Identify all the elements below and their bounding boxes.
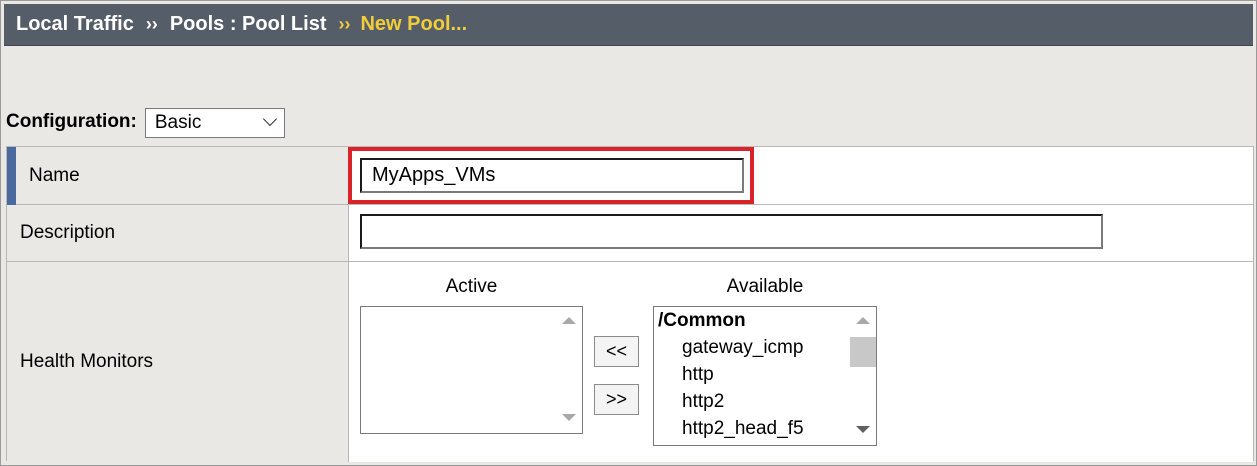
breadcrumb: Local Traffic ›› Pools : Pool List ›› Ne…	[4, 4, 1253, 46]
list-item[interactable]: http	[682, 361, 714, 388]
highlight-box	[348, 147, 754, 204]
list-item[interactable]: http2	[682, 388, 724, 415]
health-monitors-label: Health Monitors	[20, 351, 154, 372]
active-monitors-list[interactable]	[360, 306, 583, 434]
active-list-heading: Active	[445, 276, 498, 297]
configuration-selected-value: Basic	[154, 112, 202, 133]
breadcrumb-current-page: New Pool...	[360, 13, 468, 35]
list-item[interactable]: http2_head_f5	[682, 415, 804, 442]
scroll-up-arrow-icon[interactable]	[856, 317, 870, 324]
option-group-common: /Common	[658, 310, 746, 331]
health-monitors-row: Health Monitors Active Available << >> /…	[7, 262, 1253, 462]
description-value-cell	[349, 205, 1253, 261]
breadcrumb-pool-list[interactable]: Pools : Pool List	[170, 13, 327, 36]
breadcrumb-local-traffic[interactable]: Local Traffic	[16, 13, 134, 36]
configuration-selector: Configuration: Basic	[6, 103, 285, 138]
name-label: Name	[29, 164, 80, 186]
description-row: Description	[7, 205, 1253, 262]
health-monitors-value-cell: Active Available << >> /Common gateway_i…	[349, 262, 1253, 462]
scroll-up-arrow-icon[interactable]	[562, 317, 576, 324]
configuration-select[interactable]: Basic	[144, 108, 285, 138]
name-label-cell: Name	[7, 147, 349, 205]
available-monitors-list[interactable]: /Common gateway_icmp http http2 http2_he…	[653, 306, 877, 446]
scroll-down-arrow-icon[interactable]	[856, 426, 870, 433]
page-frame: Local Traffic ›› Pools : Pool List ›› Ne…	[0, 0, 1257, 466]
description-label-cell: Description	[7, 205, 349, 261]
description-label: Description	[20, 222, 116, 243]
list-item[interactable]: gateway_icmp	[682, 334, 803, 361]
available-list-heading: Available	[726, 276, 804, 297]
chevron-down-icon	[262, 111, 277, 127]
description-input[interactable]	[360, 214, 1103, 249]
scrollbar[interactable]	[555, 307, 582, 433]
scrollbar-thumb[interactable]	[850, 337, 876, 367]
configuration-label: Configuration:	[6, 111, 137, 132]
move-to-available-button[interactable]: >>	[594, 384, 639, 415]
name-row: Name MyApps_VMs	[7, 147, 1253, 205]
breadcrumb-separator: ››	[338, 14, 351, 34]
breadcrumb-separator: ››	[145, 14, 158, 34]
pool-properties-table: Name MyApps_VMs Description Health Monit…	[6, 146, 1254, 462]
scrollbar[interactable]	[849, 307, 876, 445]
move-to-active-button[interactable]: <<	[594, 336, 639, 367]
health-monitors-label-cell: Health Monitors	[7, 262, 349, 462]
name-value-cell: MyApps_VMs	[348, 147, 1253, 204]
scroll-down-arrow-icon[interactable]	[562, 414, 576, 421]
required-field-marker	[7, 147, 16, 205]
